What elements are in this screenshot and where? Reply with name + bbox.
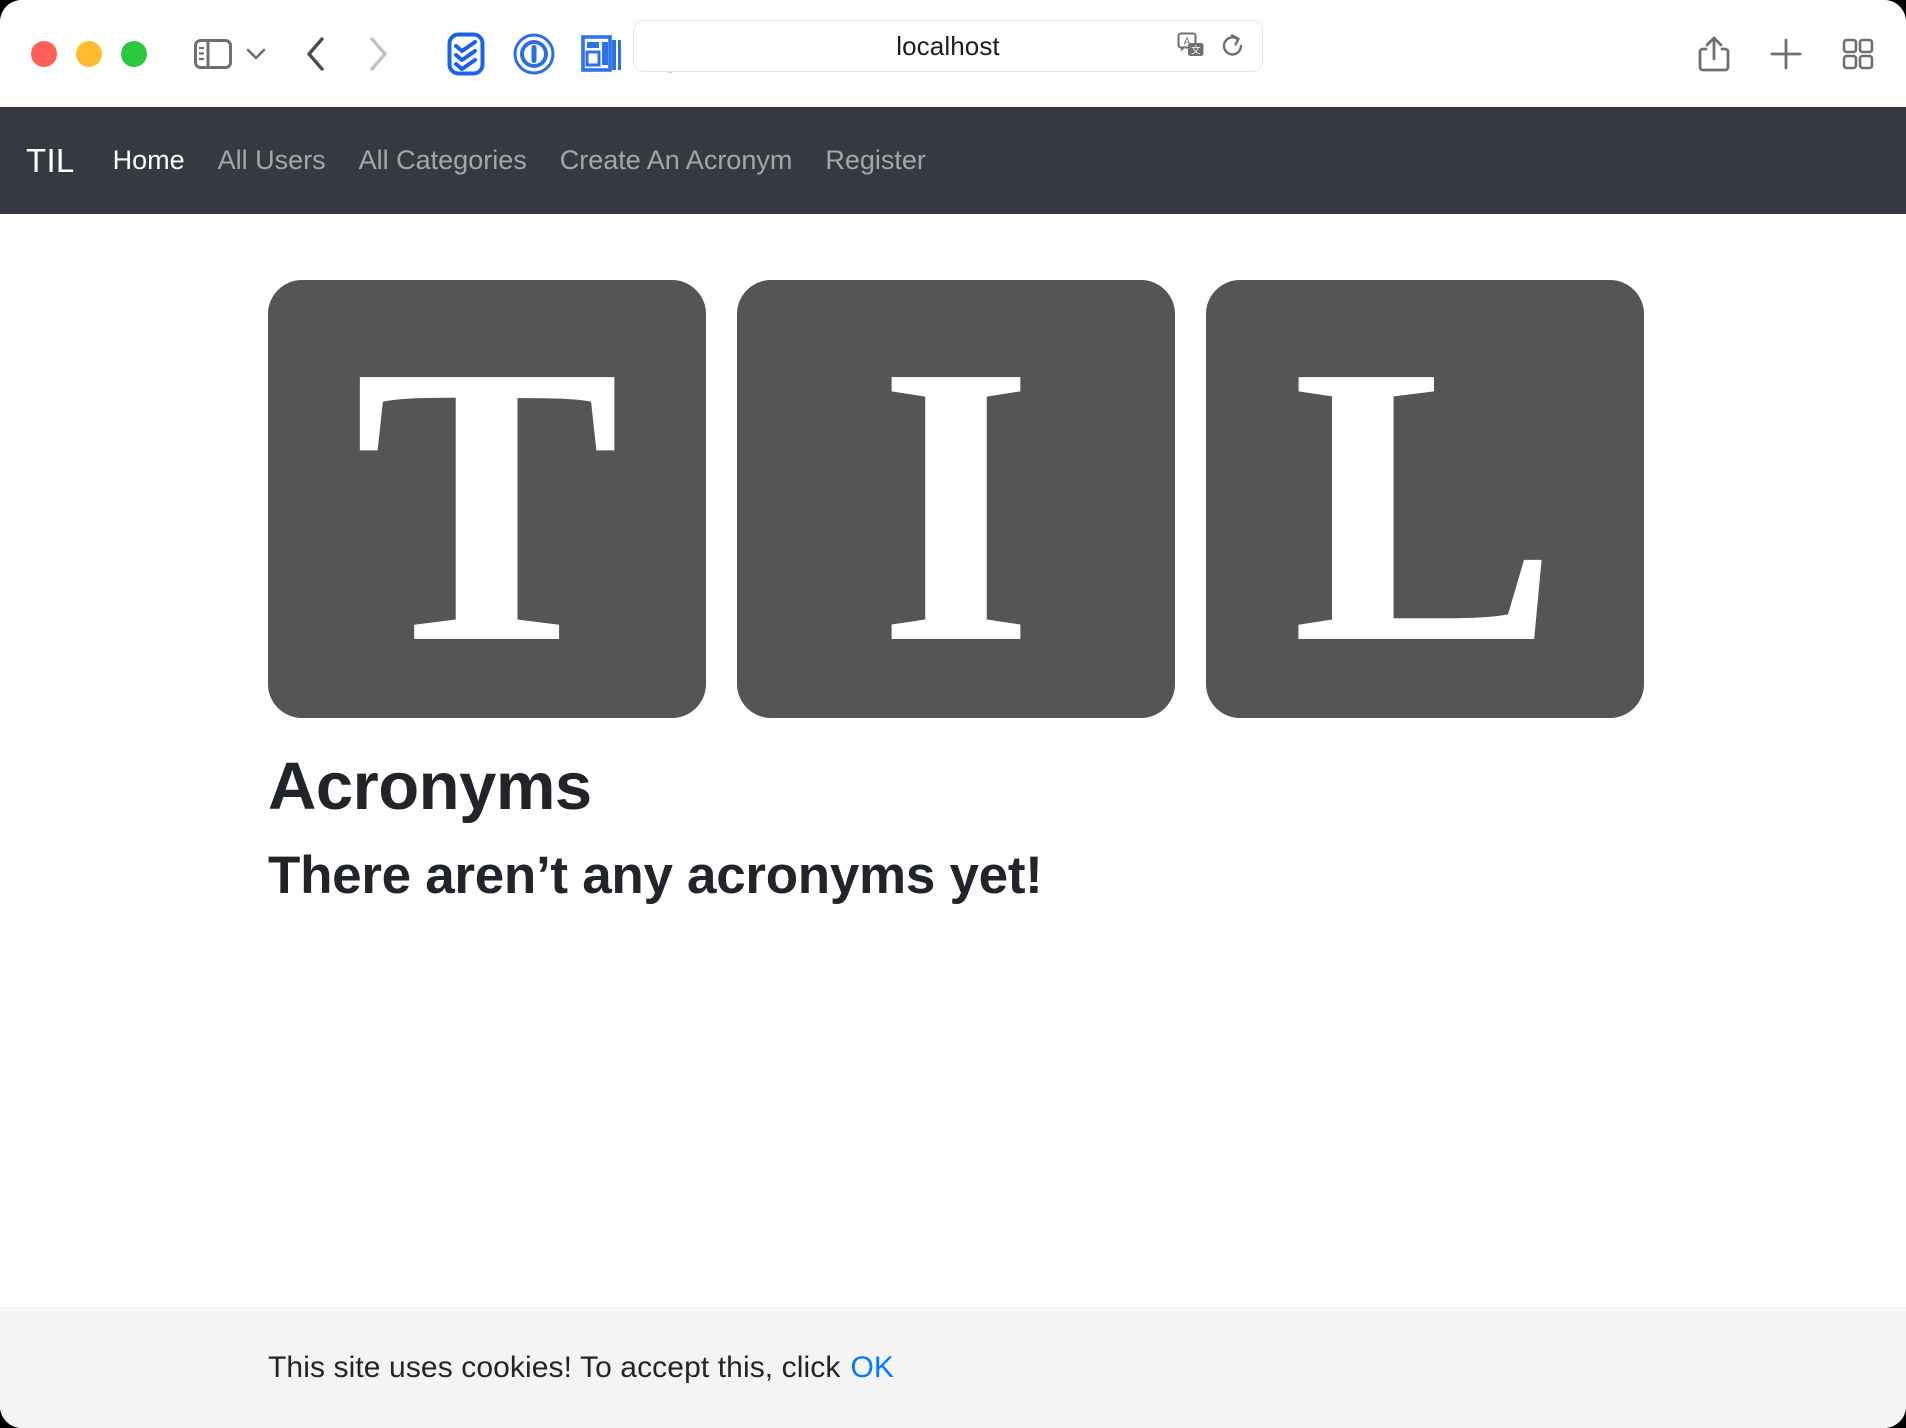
browser-window: localhost A 文 TIL Home All Users All Cat… bbox=[0, 0, 1906, 1428]
password-manager-extension-icon[interactable] bbox=[512, 30, 556, 78]
checklist-extension-icon[interactable] bbox=[444, 30, 488, 78]
chevron-down-icon[interactable] bbox=[242, 34, 270, 74]
site-navbar: TIL Home All Users All Categories Create… bbox=[0, 107, 1906, 214]
back-arrow-icon[interactable] bbox=[298, 31, 334, 77]
logo-tile-i: I bbox=[737, 280, 1175, 718]
browser-toolbar: localhost A 文 bbox=[0, 0, 1906, 107]
nav-item-all-users[interactable]: All Users bbox=[218, 145, 326, 176]
address-bar-actions: A 文 bbox=[1176, 30, 1248, 62]
empty-state-message: There aren’t any acronyms yet! bbox=[268, 845, 1043, 905]
cookie-banner-text: This site uses cookies! To accept this, … bbox=[268, 1350, 841, 1384]
logo-letter-t: T bbox=[353, 283, 621, 718]
share-icon[interactable] bbox=[1694, 32, 1734, 76]
minimize-window-button[interactable] bbox=[76, 40, 102, 67]
navbar-brand[interactable]: TIL bbox=[26, 142, 75, 180]
logo-tile-l: L bbox=[1206, 280, 1644, 718]
cookie-consent-banner: This site uses cookies! To accept this, … bbox=[0, 1307, 1906, 1428]
tab-overview-icon[interactable] bbox=[1838, 32, 1878, 76]
reader-layout-extension-icon[interactable] bbox=[580, 30, 624, 78]
new-tab-icon[interactable] bbox=[1766, 32, 1806, 76]
svg-text:文: 文 bbox=[1191, 45, 1201, 57]
til-logo: T I L bbox=[268, 280, 1906, 718]
page-title: Acronyms bbox=[268, 749, 592, 824]
cookie-accept-link[interactable]: OK bbox=[851, 1351, 894, 1385]
nav-item-register[interactable]: Register bbox=[825, 145, 926, 176]
window-controls bbox=[31, 40, 147, 67]
page-content: T I L Acronyms There aren’t any acronyms… bbox=[0, 214, 1906, 1428]
sidebar-toggle-icon[interactable] bbox=[190, 31, 236, 77]
nav-item-all-categories[interactable]: All Categories bbox=[359, 145, 527, 176]
close-window-button[interactable] bbox=[31, 40, 57, 67]
nav-item-home[interactable]: Home bbox=[113, 145, 185, 176]
logo-tile-t: T bbox=[268, 280, 706, 718]
logo-letter-i: I bbox=[878, 283, 1034, 718]
url-text: localhost bbox=[896, 30, 1000, 61]
translate-icon[interactable]: A 文 bbox=[1176, 30, 1206, 62]
reload-icon[interactable] bbox=[1218, 30, 1248, 62]
toolbar-right-actions bbox=[1694, 32, 1878, 76]
forward-arrow-icon bbox=[360, 31, 396, 77]
navigation-arrows bbox=[298, 31, 396, 77]
logo-letter-l: L bbox=[1291, 283, 1559, 718]
maximize-window-button[interactable] bbox=[121, 40, 147, 67]
nav-item-create-an-acronym[interactable]: Create An Acronym bbox=[560, 145, 793, 176]
address-bar-container: localhost A 文 bbox=[633, 20, 1263, 72]
address-bar[interactable]: localhost A 文 bbox=[633, 20, 1263, 72]
